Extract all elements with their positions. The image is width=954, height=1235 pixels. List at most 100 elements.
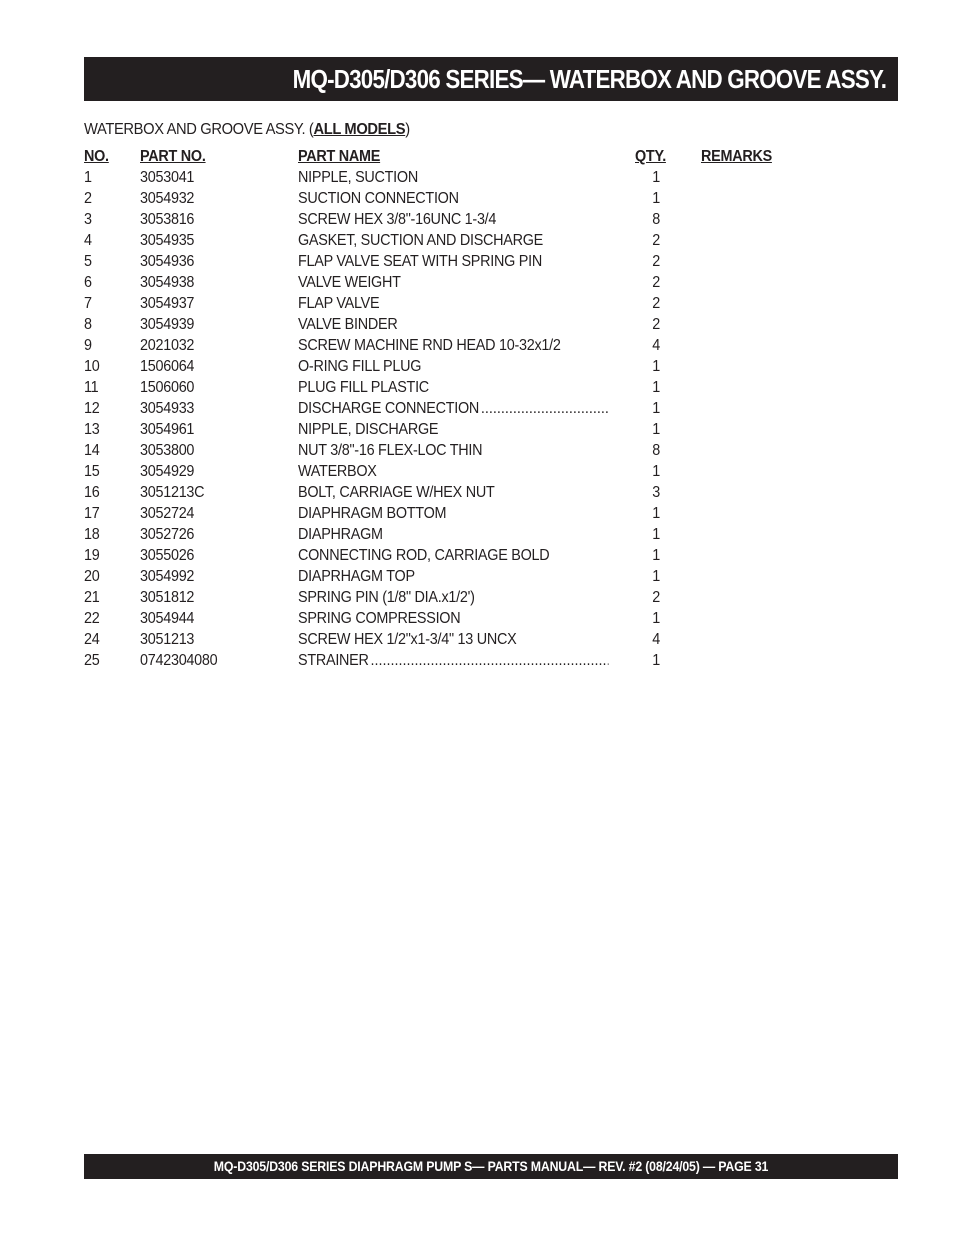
cell-part-no: 3054932 (140, 190, 195, 207)
section-title-suffix: ) (405, 121, 410, 138)
cell-no: 17 (84, 505, 100, 522)
cell-qty: 1 (652, 547, 660, 564)
cell-qty: 2 (652, 232, 660, 249)
table-row: 1 3053041 NIPPLE, SUCTION 1 (84, 167, 804, 188)
table-row: 21 3051812 SPRING PIN (1/8" DIA.x1/2') 2 (84, 587, 804, 608)
cell-no: 13 (84, 421, 100, 438)
table-row: 13 3054961 NIPPLE, DISCHARGE 1 (84, 419, 804, 440)
table-row: 22 3054944 SPRING COMPRESSION 1 (84, 608, 804, 629)
table-row: 8 3054939 VALVE BINDER 2 (84, 314, 804, 335)
cell-qty: 8 (652, 442, 660, 459)
cell-no: 7 (84, 295, 92, 312)
cell-qty: 2 (652, 316, 660, 333)
table-row: 15 3054929 WATERBOX 1 (84, 461, 804, 482)
cell-qty: 1 (652, 358, 660, 375)
cell-part-name: FLAP VALVE (298, 295, 380, 312)
table-row: 20 3054992 DIAPRHAGM TOP 1 (84, 566, 804, 587)
cell-part-name: SPRING COMPRESSION (298, 610, 461, 627)
cell-part-name: SCREW MACHINE RND HEAD 10-32x1/2 (298, 337, 561, 354)
cell-qty: 1 (652, 505, 660, 522)
table-row: 14 3053800 NUT 3/8"-16 FLEX-LOC THIN 8 (84, 440, 804, 461)
cell-qty: 1 (652, 463, 660, 480)
cell-part-name: PLUG FILL PLASTIC (298, 379, 429, 396)
cell-part-name: FLAP VALVE SEAT WITH SPRING PIN (298, 253, 542, 270)
cell-part-name: NIPPLE, DISCHARGE (298, 421, 439, 438)
cell-part-name: SCREW HEX 1/2"x1-3/4" 13 UNCX (298, 631, 517, 648)
cell-part-name: CONNECTING ROD, CARRIAGE BOLD (298, 547, 550, 564)
cell-no: 3 (84, 211, 92, 228)
cell-no: 4 (84, 232, 92, 249)
table-row: 24 3051213 SCREW HEX 1/2"x1-3/4" 13 UNCX 4 (84, 629, 804, 650)
cell-qty: 8 (652, 211, 660, 228)
cell-part-no: 3054933 (140, 400, 195, 417)
cell-no: 1 (84, 169, 92, 186)
cell-part-name: BOLT, CARRIAGE W/HEX NUT (298, 484, 495, 501)
cell-qty: 1 (652, 190, 660, 207)
page-footer-bar: MQ-D305/D306 SERIES DIAPHRAGM PUMP S— PA… (84, 1154, 898, 1179)
cell-qty: 4 (652, 631, 660, 648)
cell-part-name: GASKET, SUCTION AND DISCHARGE (298, 232, 544, 249)
cell-no: 2 (84, 190, 92, 207)
table-row: 25 0742304080 STRAINER....................… (84, 650, 804, 671)
cell-part-name: O-RING FILL PLUG (298, 358, 422, 375)
table-row: 12 3054933 DISCHARGE CONNECTION...........… (84, 398, 804, 419)
cell-no: 22 (84, 610, 100, 627)
cell-no: 12 (84, 400, 100, 417)
cell-no: 25 (84, 652, 100, 669)
cell-part-name: NUT 3/8"-16 FLEX-LOC THIN (298, 442, 483, 459)
cell-part-no: 3055026 (140, 547, 195, 564)
page-header-bar: MQ-D305/D306 SERIES— WATERBOX AND GROOVE… (84, 57, 898, 101)
cell-part-name: DIAPHRAGM BOTTOM (298, 505, 447, 522)
cell-no: 6 (84, 274, 92, 291)
cell-part-no: 3054939 (140, 316, 195, 333)
table-row: 11 1506060 PLUG FILL PLASTIC 1 (84, 377, 804, 398)
table-row: 6 3054938 VALVE WEIGHT 2 (84, 272, 804, 293)
table-row: 18 3052726 DIAPHRAGM 1 (84, 524, 804, 545)
section-title: WATERBOX AND GROOVE ASSY. (ALL MODELS) (84, 120, 410, 140)
cell-part-name: VALVE WEIGHT (298, 274, 401, 291)
column-header-part-no: PART NO. (140, 148, 206, 165)
cell-part-no: 3054944 (140, 610, 195, 627)
cell-no: 24 (84, 631, 100, 648)
cell-part-no: 3051213C (140, 484, 205, 501)
cell-part-no: 0742304080 (140, 652, 218, 669)
cell-part-no: 3054936 (140, 253, 195, 270)
cell-part-no: 3054938 (140, 274, 195, 291)
cell-no: 10 (84, 358, 100, 375)
cell-part-no: 3054935 (140, 232, 195, 249)
cell-qty: 1 (652, 169, 660, 186)
page-footer-text: MQ-D305/D306 SERIES DIAPHRAGM PUMP S— PA… (213, 1158, 769, 1174)
cell-part-no: 3054937 (140, 295, 195, 312)
cell-part-name: SPRING PIN (1/8" DIA.x1/2') (298, 589, 475, 606)
cell-part-no: 3051812 (140, 589, 195, 606)
table-body: 1 3053041 NIPPLE, SUCTION 1 2 3054932 SUCTION … (84, 167, 804, 671)
cell-part-no: 3052726 (140, 526, 195, 543)
cell-part-name: WATERBOX (298, 463, 377, 480)
table-row: 5 3054936 FLAP VALVE SEAT WITH SPRING PIN 2 (84, 251, 804, 272)
cell-part-no: 3051213 (140, 631, 195, 648)
cell-qty: 2 (652, 589, 660, 606)
cell-no: 15 (84, 463, 100, 480)
cell-no: 14 (84, 442, 100, 459)
cell-no: 21 (84, 589, 100, 606)
cell-qty: 2 (652, 253, 660, 270)
cell-part-name: DIAPRHAGM TOP (298, 568, 415, 585)
cell-qty: 1 (652, 421, 660, 438)
cell-qty: 4 (652, 337, 660, 354)
cell-part-name: SCREW HEX 3/8"-16UNC 1-3/4 (298, 211, 497, 228)
cell-part-no: 3053800 (140, 442, 195, 459)
column-header-no: NO. (84, 148, 109, 165)
cell-no: 5 (84, 253, 92, 270)
table-row: 10 1506064 O-RING FILL PLUG 1 (84, 356, 804, 377)
cell-part-no: 3054992 (140, 568, 195, 585)
cell-part-no: 3053041 (140, 169, 195, 186)
column-header-part-name: PART NAME (298, 148, 381, 165)
table-row: 9 2021032 SCREW MACHINE RND HEAD 10-32x1/2… (84, 335, 804, 356)
dot-leader: ........................................… (480, 400, 609, 417)
cell-qty: 1 (652, 379, 660, 396)
cell-part-no: 3052724 (140, 505, 195, 522)
cell-qty: 1 (652, 568, 660, 585)
cell-part-no: 3053816 (140, 211, 195, 228)
column-header-remarks: REMARKS (701, 148, 772, 165)
cell-qty: 2 (652, 295, 660, 312)
